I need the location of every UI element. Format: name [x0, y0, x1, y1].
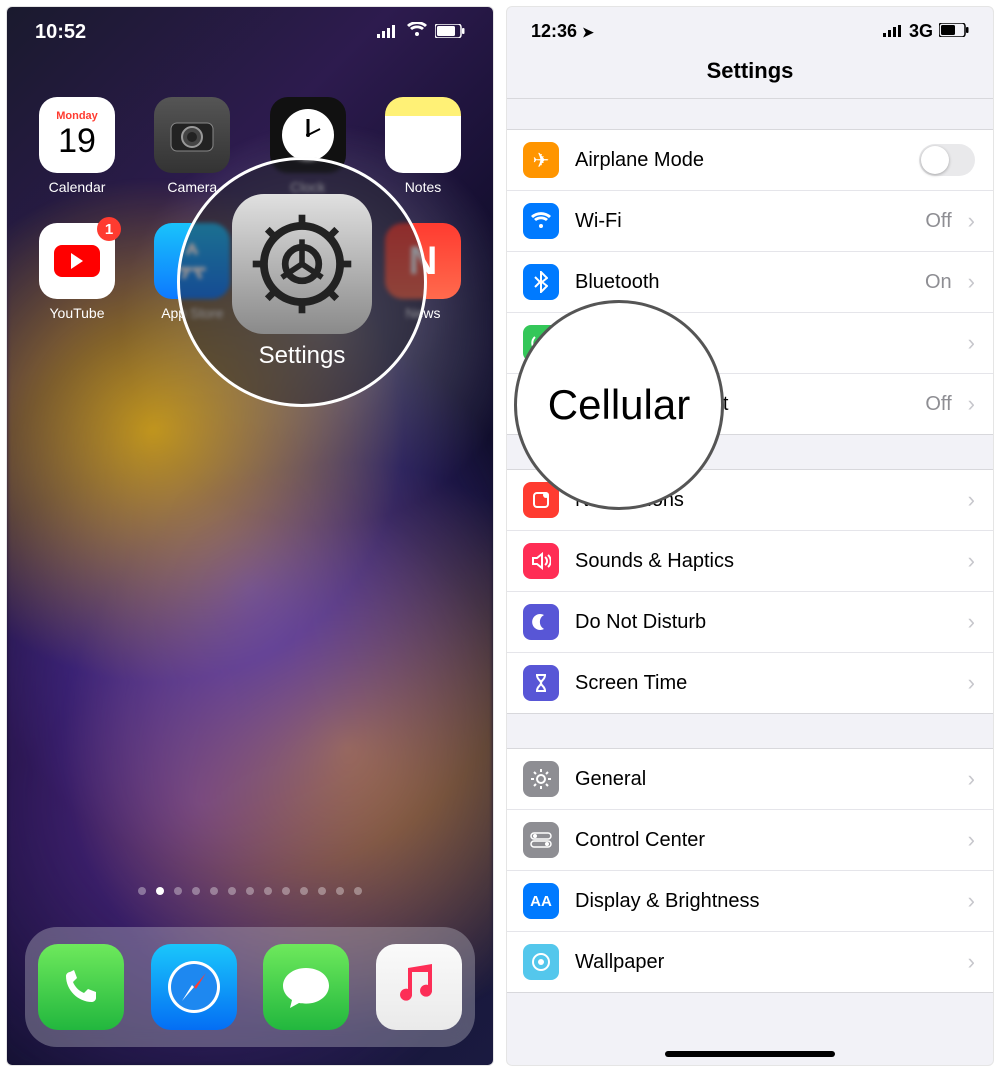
page-dot[interactable]	[246, 887, 254, 895]
page-dot[interactable]	[156, 887, 164, 895]
chevron-right-icon: ›	[968, 208, 975, 234]
app-notes[interactable]: Notes	[383, 97, 463, 195]
page-dot[interactable]	[336, 887, 344, 895]
status-bar: 10:52	[7, 21, 493, 44]
settings-group-general: General › Control Center › AA Display & …	[507, 748, 993, 993]
hourglass-icon	[523, 665, 559, 701]
moon-icon	[523, 604, 559, 640]
cell-label: Screen Time	[575, 672, 952, 695]
app-calendar[interactable]: Monday 19 Calendar	[37, 97, 117, 195]
signal-icon	[377, 21, 399, 44]
page-dot[interactable]	[210, 887, 218, 895]
page-title: Settings	[507, 48, 993, 99]
dock-music[interactable]	[376, 944, 462, 1030]
page-dot[interactable]	[300, 887, 308, 895]
page-dot[interactable]	[318, 887, 326, 895]
bluetooth-icon	[523, 264, 559, 300]
chevron-right-icon: ›	[968, 487, 975, 513]
wifi-icon	[523, 203, 559, 239]
callout-cellular: Cellular	[514, 300, 724, 510]
cell-value: Off	[925, 210, 951, 233]
status-time: 10:52	[35, 21, 86, 44]
page-indicator[interactable]	[7, 887, 493, 895]
page-dot[interactable]	[354, 887, 362, 895]
cell-label: General	[575, 768, 952, 791]
cell-label: Control Center	[575, 829, 952, 852]
cell-label: Wi-Fi	[575, 210, 909, 233]
cell-wifi[interactable]: Wi-Fi Off ›	[507, 191, 993, 252]
wifi-icon	[407, 21, 427, 44]
chevron-right-icon: ›	[968, 269, 975, 295]
chevron-right-icon: ›	[968, 888, 975, 914]
page-dot[interactable]	[138, 887, 146, 895]
page-dot[interactable]	[174, 887, 182, 895]
chevron-right-icon: ›	[968, 766, 975, 792]
cell-general[interactable]: General ›	[507, 749, 993, 810]
settings-screen: 12:36 ➤ 3G Settings ✈ Airplane Mode	[506, 6, 994, 1066]
app-label: Notes	[405, 179, 442, 195]
cell-airplane[interactable]: ✈ Airplane Mode	[507, 130, 993, 191]
cell-value: On	[925, 271, 952, 294]
cell-control-center[interactable]: Control Center ›	[507, 810, 993, 871]
toggle-icon	[523, 822, 559, 858]
youtube-icon: 1	[39, 223, 115, 299]
sounds-icon	[523, 543, 559, 579]
cell-screentime[interactable]: Screen Time ›	[507, 653, 993, 713]
home-indicator[interactable]	[665, 1051, 835, 1057]
dock-safari[interactable]	[151, 944, 237, 1030]
page-dot[interactable]	[282, 887, 290, 895]
settings-group-notifications: Notifications › Sounds & Haptics › Do No…	[507, 469, 993, 714]
status-bar: 12:36 ➤ 3G	[507, 7, 993, 48]
cell-dnd[interactable]: Do Not Disturb ›	[507, 592, 993, 653]
chevron-right-icon: ›	[968, 330, 975, 356]
camera-icon	[154, 97, 230, 173]
calendar-icon: Monday 19	[39, 97, 115, 173]
dock-phone[interactable]	[38, 944, 124, 1030]
app-label: Camera	[167, 179, 217, 195]
cell-label: Display & Brightness	[575, 890, 952, 913]
cell-display[interactable]: AA Display & Brightness ›	[507, 871, 993, 932]
app-camera[interactable]: Camera	[152, 97, 232, 195]
app-youtube[interactable]: 1 YouTube	[37, 223, 117, 321]
app-label: Calendar	[49, 179, 106, 195]
chevron-right-icon: ›	[968, 827, 975, 853]
cell-label: Wallpaper	[575, 951, 952, 974]
home-screen: 10:52 Monday 19 Calendar	[6, 6, 494, 1066]
callout-label: Cellular	[548, 381, 690, 429]
status-time: 12:36	[531, 21, 577, 41]
cell-label: Do Not Disturb	[575, 611, 952, 634]
airplane-icon: ✈	[523, 142, 559, 178]
battery-icon	[939, 21, 969, 42]
chevron-right-icon: ›	[968, 609, 975, 635]
display-icon: AA	[523, 883, 559, 919]
cell-label: Bluetooth	[575, 271, 909, 294]
chevron-right-icon: ›	[968, 949, 975, 975]
wallpaper-icon	[523, 944, 559, 980]
network-label: 3G	[909, 21, 933, 42]
callout-settings: Settings	[177, 157, 427, 407]
notes-icon	[385, 97, 461, 173]
dock	[25, 927, 475, 1047]
cell-label: Airplane Mode	[575, 149, 903, 172]
page-dot[interactable]	[192, 887, 200, 895]
cell-bluetooth[interactable]: Bluetooth On ›	[507, 252, 993, 313]
chevron-right-icon: ›	[968, 670, 975, 696]
toggle-airplane[interactable]	[919, 144, 975, 176]
dock-messages[interactable]	[263, 944, 349, 1030]
cell-sounds[interactable]: Sounds & Haptics ›	[507, 531, 993, 592]
signal-icon	[883, 21, 903, 42]
gear-icon	[523, 761, 559, 797]
page-dot[interactable]	[228, 887, 236, 895]
chevron-right-icon: ›	[968, 391, 975, 417]
cell-wallpaper[interactable]: Wallpaper ›	[507, 932, 993, 992]
settings-icon	[232, 194, 372, 334]
battery-icon	[435, 21, 465, 44]
app-label: YouTube	[49, 305, 104, 321]
page-dot[interactable]	[264, 887, 272, 895]
badge: 1	[97, 217, 121, 241]
cell-label: Sounds & Haptics	[575, 550, 952, 573]
cell-value: Off	[925, 393, 951, 416]
callout-label: Settings	[259, 342, 346, 370]
chevron-right-icon: ›	[968, 548, 975, 574]
